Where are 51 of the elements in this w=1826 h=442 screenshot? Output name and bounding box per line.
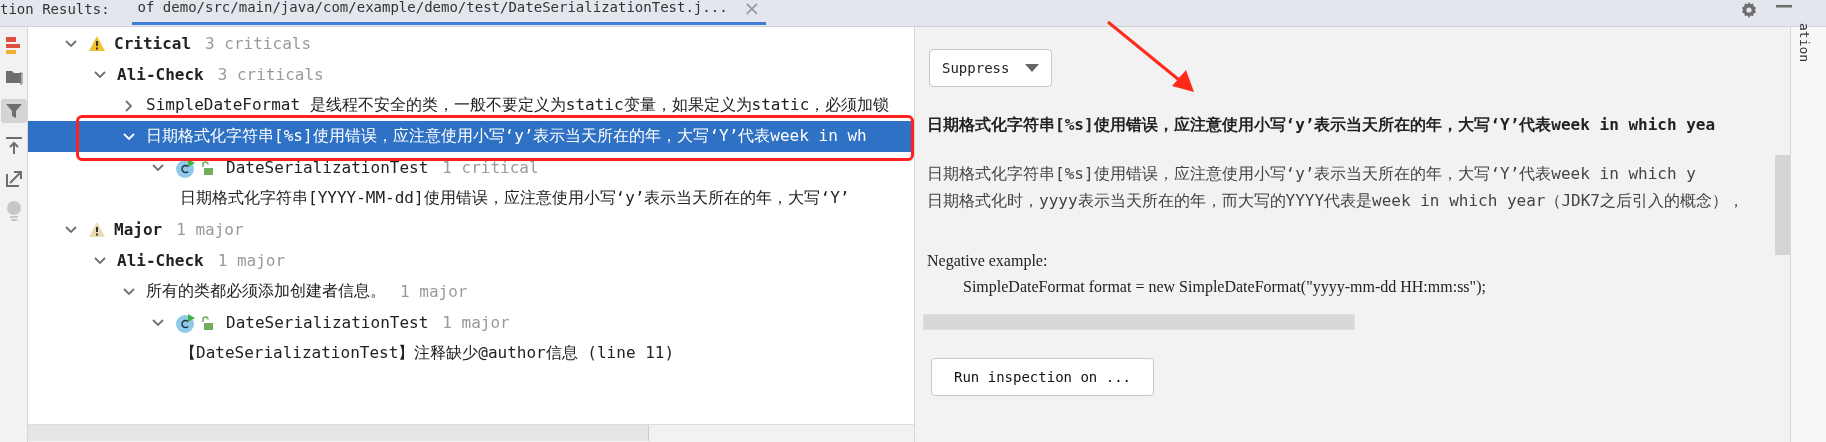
problem-count: 1 major — [400, 282, 468, 301]
panel-title: tion Results: — [0, 1, 110, 17]
problem-count: 1 major — [442, 313, 510, 332]
tree-row[interactable]: Major 1 major — [28, 214, 914, 245]
tree-label: 所有的类都必须添加创建者信息。 — [146, 281, 386, 302]
tree-row[interactable]: 日期格式化字符串[YYYY-MM-dd]使用错误，应注意使用小写‘y’表示当天所在的年，大写‘Y’ — [28, 183, 914, 214]
tree-label: SimpleDateFormat 是线程不安全的类，一般不要定义为static变量，如果定义为static，必须加锁 — [146, 95, 890, 116]
description-line: 日期格式化字符串[%s]使用错误，应注意使用小写‘y’表示当天所在的年，大写‘Y’代表week in which y — [927, 163, 1697, 185]
problem-count: 3 criticals — [205, 34, 312, 53]
tree-row[interactable]: DateSerializationTest 1 critical — [28, 152, 914, 183]
filter-icon[interactable] — [5, 103, 22, 119]
tree-label: 日期格式化字符串[YYYY-MM-dd]使用错误，应注意使用小写‘y’表示当天所在的年，大写‘Y’ — [180, 188, 850, 209]
tree-row[interactable]: 【DateSerializationTest】注释缺少@author信息 (line 11) — [28, 338, 914, 369]
run-inspection-button[interactable]: Run inspection on ... — [931, 358, 1154, 396]
unlock-icon — [200, 315, 214, 330]
folder-icon[interactable] — [4, 69, 23, 85]
export-arrow-icon[interactable] — [5, 169, 22, 187]
tree-label: Ali-Check — [117, 65, 204, 84]
problem-count: 1 critical — [442, 158, 539, 177]
tree-label: DateSerializationTest — [226, 158, 429, 177]
unlock-icon — [200, 160, 214, 175]
tree-row[interactable]: Ali-Check 3 criticals — [28, 59, 914, 90]
side-tab[interactable]: ation — [1797, 23, 1812, 63]
example-label: Negative example: — [927, 252, 1049, 270]
tree-label: Major — [114, 220, 163, 239]
tree-label: Critical — [114, 34, 192, 53]
grouping-icon[interactable] — [5, 37, 22, 55]
scrollbar-thumb[interactable] — [1775, 155, 1790, 255]
tree-label: 日期格式化字符串[%s]使用错误，应注意使用小写‘y’表示当天所在的年，大写‘Y’代表week in wh — [146, 126, 867, 147]
tree-row[interactable]: 所有的类都必须添加创建者信息。 1 major — [28, 276, 914, 307]
problem-count: 1 major — [176, 220, 244, 239]
scrollbar-thumb[interactable] — [923, 314, 1355, 330]
export-icon[interactable] — [5, 137, 22, 155]
tree-label: Ali-Check — [117, 251, 204, 270]
problem-title: 日期格式化字符串[%s]使用错误，应注意使用小写‘y’表示当天所在的年，大写‘Y’代表week in which yea — [927, 115, 1717, 136]
problem-count: 3 criticals — [217, 65, 324, 84]
selected-tree-row[interactable]: 日期格式化字符串[%s]使用错误，应注意使用小写‘y’表示当天所在的年，大写‘Y’代表week in wh — [28, 121, 914, 152]
description-line: 日期格式化时，yyyy表示当天所在的年，而大写的YYYY代表是week in which year（JDK7之后引入的概念）， — [927, 190, 1745, 212]
tree-row[interactable]: Ali-Check 1 major — [28, 245, 914, 276]
settings-icon[interactable] — [1740, 1, 1758, 19]
suppress-dropdown[interactable]: Suppress — [929, 49, 1053, 87]
tree-row[interactable]: DateSerializationTest 1 major — [28, 307, 914, 338]
minimize-icon[interactable] — [1776, 5, 1792, 9]
caret-icon — [1025, 64, 1040, 72]
scrollbar-thumb[interactable] — [28, 425, 649, 441]
example-code: SimpleDateFormat format = new SimpleDateFormat("yyyy-mm-dd HH:mm:ss"); — [963, 278, 1487, 296]
tree-label: DateSerializationTest — [226, 313, 429, 332]
tree-row[interactable]: SimpleDateFormat 是线程不安全的类，一般不要定义为static变量，如果定义为static，必须加锁 — [28, 90, 914, 121]
tree-label: 【DateSerializationTest】注释缺少@author信息 (line 11) — [180, 343, 675, 364]
problem-count: 1 major — [217, 251, 286, 270]
tree-row[interactable]: Critical 3 criticals — [28, 28, 914, 59]
